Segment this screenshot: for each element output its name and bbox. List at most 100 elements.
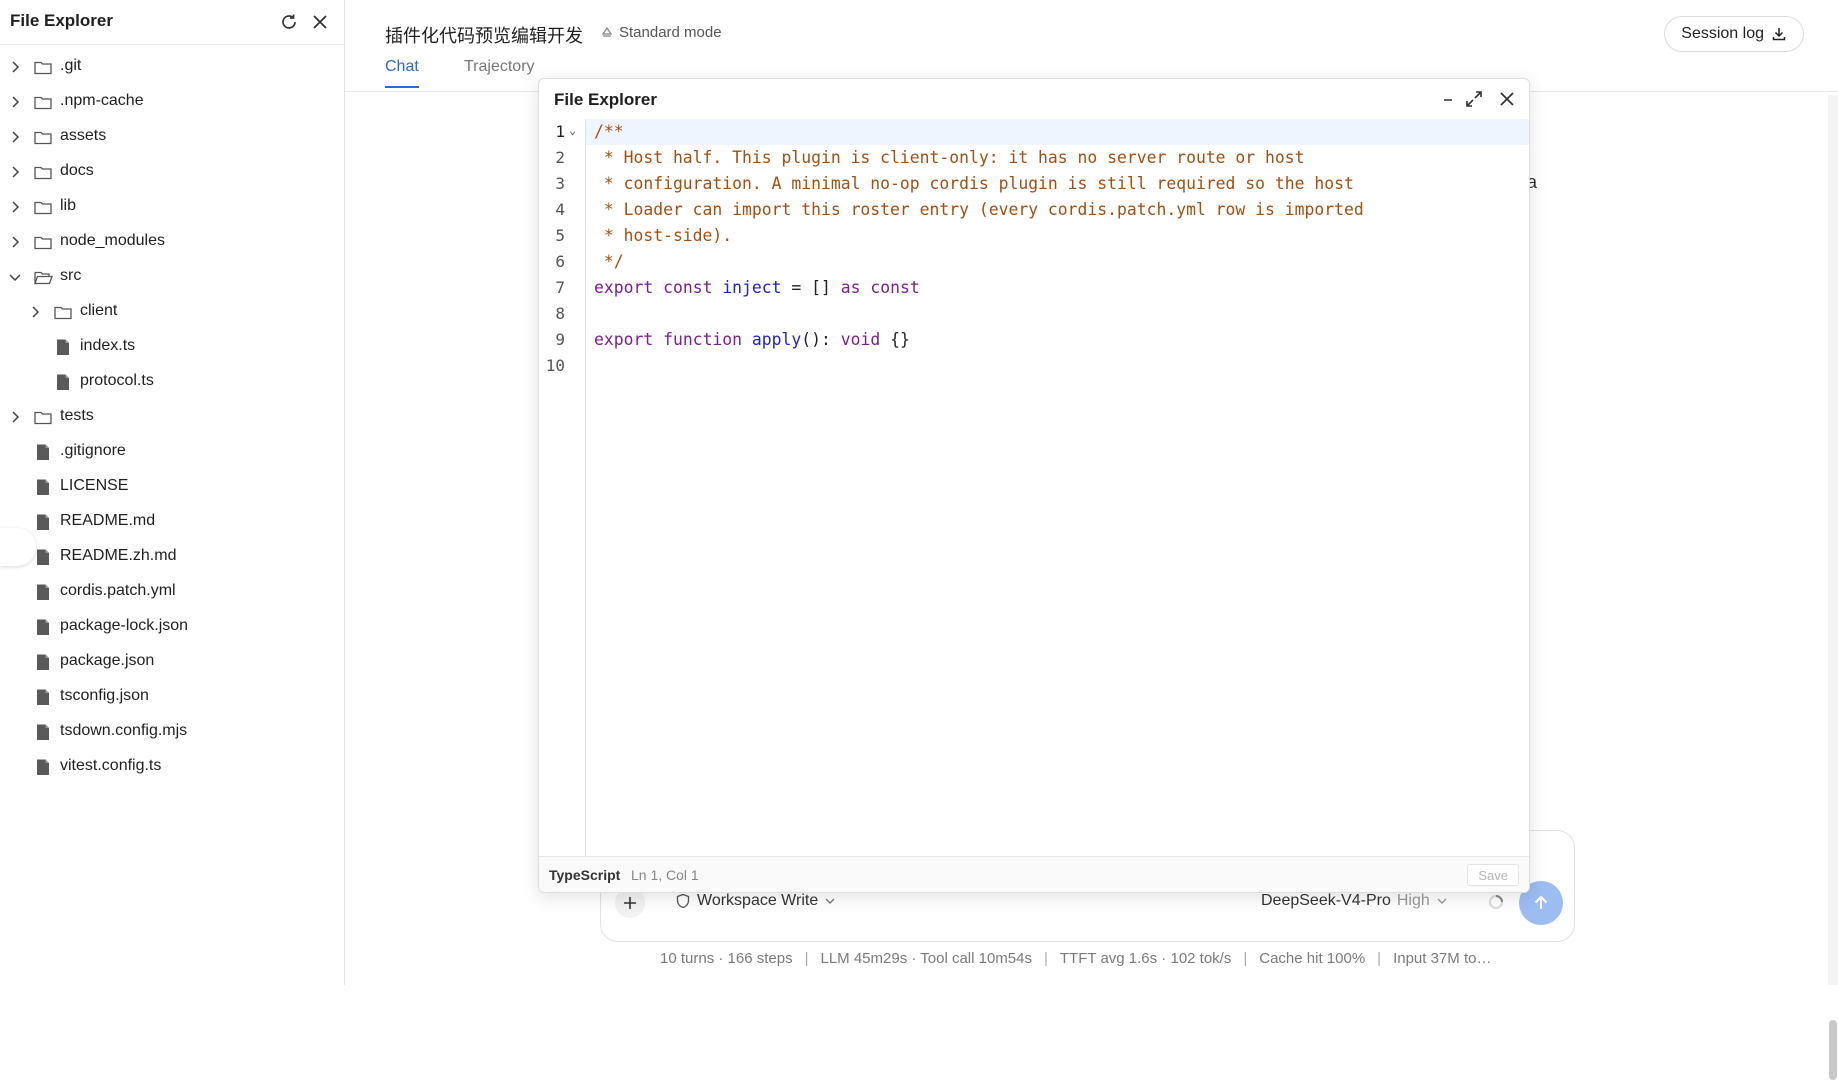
model-label: DeepSeek-V4-Pro	[1261, 892, 1391, 909]
tree-folder-item[interactable]: assets	[0, 119, 345, 154]
line-number: 3	[555, 174, 565, 193]
session-log-label: Session log	[1681, 25, 1764, 42]
file-explorer-sidebar: File Explorer .git .npm-cache assets docs li…	[0, 0, 345, 985]
tree-item-label: .gitignore	[60, 442, 126, 459]
line-number: 8	[555, 304, 565, 323]
save-button[interactable]: Save	[1467, 864, 1519, 886]
file-icon	[33, 722, 53, 742]
tree-file-item[interactable]: .gitignore	[0, 434, 345, 469]
tree-file-item[interactable]: package-lock.json	[0, 609, 345, 644]
refresh-icon[interactable]	[277, 10, 301, 34]
tree-file-item[interactable]: vitest.config.ts	[0, 749, 345, 784]
chevron-right-icon[interactable]	[7, 59, 23, 75]
chevron-right-icon[interactable]	[7, 129, 23, 145]
tree-item-label: package-lock.json	[60, 617, 189, 634]
sidebar-header: File Explorer	[0, 0, 344, 45]
mode-indicator[interactable]: Standard mode	[600, 24, 722, 41]
line-number: 2	[555, 148, 565, 167]
tree-item-label: .npm-cache	[60, 92, 144, 109]
stats-separator: |	[804, 950, 809, 967]
tree-folder-item[interactable]: .git	[0, 49, 345, 84]
file-icon	[33, 547, 53, 567]
tree-folder-item[interactable]: docs	[0, 154, 345, 189]
file-editor-dialog: File Explorer 1 2 3 4 5 6 7 8 9 10 ⌄ /** * Host h…	[538, 78, 1530, 893]
tree-item-label: tests	[60, 407, 94, 424]
chevron-right-icon[interactable]	[7, 409, 23, 425]
tree-file-item[interactable]: LICENSE	[0, 469, 345, 504]
chevron-right-icon[interactable]	[7, 164, 23, 180]
tree-file-item[interactable]: tsdown.config.mjs	[0, 714, 345, 749]
effort-label: High	[1396, 892, 1430, 909]
chevron-right-icon[interactable]	[7, 199, 23, 215]
line-number: 5	[555, 226, 565, 245]
tree-file-item[interactable]: README.zh.md	[0, 539, 345, 574]
tree-item-label: lib	[60, 197, 77, 214]
folder-icon	[33, 162, 53, 182]
file-icon	[53, 337, 73, 357]
code-token: {}	[880, 330, 910, 349]
tree-item-label: client	[80, 302, 118, 319]
sidebar-title: File Explorer	[10, 11, 113, 30]
tree-item-label: cordis.patch.yml	[60, 582, 176, 599]
tree-file-item[interactable]: cordis.patch.yml	[0, 574, 345, 609]
tree-item-label: vitest.config.ts	[60, 757, 162, 774]
file-icon	[33, 687, 53, 707]
line-number: 1	[555, 122, 565, 141]
tree-folder-item[interactable]: lib	[0, 189, 345, 224]
code-token: const	[663, 278, 713, 297]
editor-status-bar: TypeScript Ln 1, Col 1 Save	[539, 856, 1529, 892]
line-number: 4	[555, 200, 565, 219]
scrollbar-thumb[interactable]	[1829, 1020, 1837, 1080]
tree-folder-item[interactable]: client	[0, 294, 345, 329]
stat-item: Input 37M to…	[1393, 950, 1492, 967]
fold-chevron-icon[interactable]: ⌄	[569, 123, 576, 137]
close-icon[interactable]	[308, 10, 332, 34]
chevron-right-icon[interactable]	[7, 94, 23, 110]
file-tree: .git .npm-cache assets docs lib node_moduless…	[0, 49, 345, 784]
tree-item-label: node_modules	[60, 232, 165, 249]
tree-folder-item[interactable]: src	[0, 259, 345, 294]
tab-chat[interactable]: Chat	[385, 58, 419, 88]
tree-file-item[interactable]: tsconfig.json	[0, 679, 345, 714]
session-log-button[interactable]: Session log	[1664, 16, 1804, 52]
model-selector[interactable]: DeepSeek-V4-Pro High	[1261, 892, 1448, 910]
stats-separator: |	[1377, 950, 1382, 967]
tree-item-label: protocol.ts	[80, 372, 154, 389]
tree-file-item[interactable]: package.json	[0, 644, 345, 679]
code-line: */	[594, 252, 624, 271]
folder-open-icon	[33, 267, 53, 287]
code-editor[interactable]: 1 2 3 4 5 6 7 8 9 10 ⌄ /** * Host half. This plug…	[539, 119, 1529, 856]
code-line: * Host half. This plugin is client-only:…	[594, 148, 1305, 167]
tree-file-item[interactable]: index.ts	[0, 329, 345, 364]
tree-item-label: src	[60, 267, 82, 284]
tree-file-item[interactable]: protocol.ts	[0, 364, 345, 399]
minimize-icon[interactable]	[1437, 88, 1459, 110]
tree-folder-item[interactable]: tests	[0, 399, 345, 434]
tree-file-item[interactable]: README.md	[0, 504, 345, 539]
recycle-icon	[601, 26, 613, 37]
maximize-icon[interactable]	[1463, 88, 1485, 110]
active-line-highlight	[539, 119, 1529, 145]
stat-item: Cache hit 100%	[1259, 950, 1366, 967]
chevron-right-icon[interactable]	[7, 234, 23, 250]
code-token: as	[840, 278, 861, 297]
close-icon[interactable]	[1496, 88, 1518, 110]
chevron-down-icon[interactable]	[7, 269, 23, 285]
permission-selector[interactable]: Workspace Write	[675, 892, 836, 910]
tree-folder-item[interactable]: .npm-cache	[0, 84, 345, 119]
mode-label: Standard mode	[619, 24, 722, 41]
file-icon	[33, 652, 53, 672]
tree-item-label: README.md	[60, 512, 156, 529]
permission-label: Workspace Write	[697, 892, 819, 909]
code-token: apply	[751, 330, 802, 349]
tab-trajectory[interactable]: Trajectory	[464, 58, 535, 86]
scrollbar[interactable]	[1828, 95, 1838, 1080]
chevron-right-icon[interactable]	[27, 304, 43, 320]
stat-item: TTFT avg 1.6s · 102 tok/s	[1059, 950, 1232, 967]
line-number: 10	[545, 356, 565, 375]
code-token: ():	[801, 330, 841, 349]
code-token: function	[663, 330, 743, 349]
file-icon	[33, 477, 53, 497]
tree-folder-item[interactable]: node_modules	[0, 224, 345, 259]
